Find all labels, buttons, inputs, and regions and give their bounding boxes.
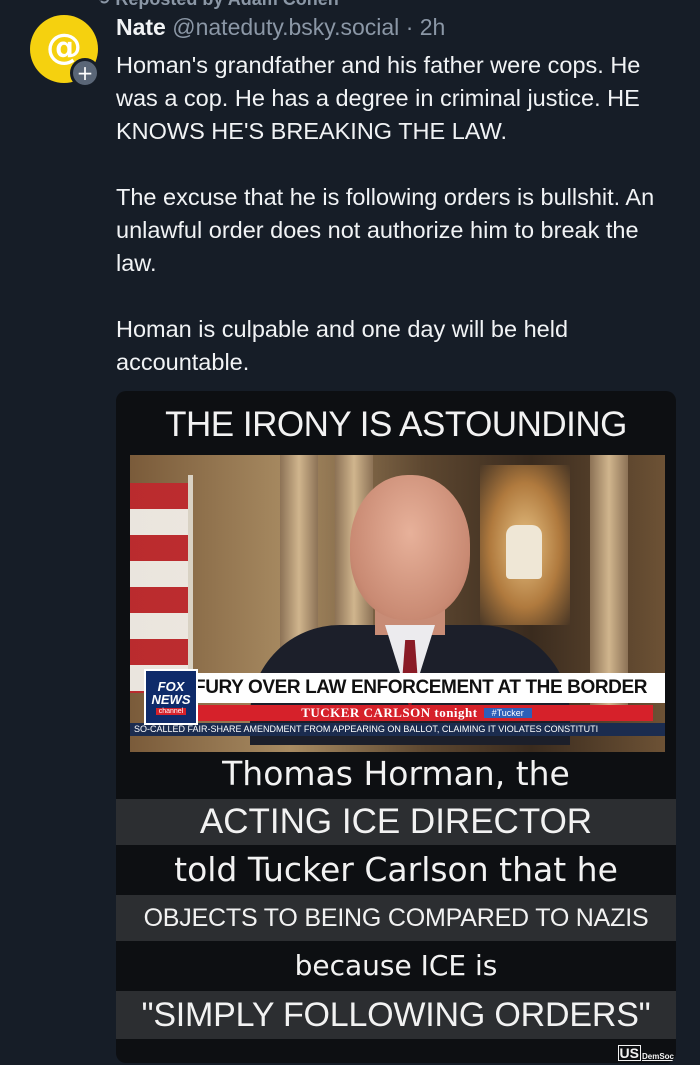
author-handle[interactable]: @nateduty.bsky.social	[172, 14, 399, 40]
post-timestamp[interactable]: 2h	[420, 14, 446, 40]
post-paragraph-3: Homan is culpable and one day will be he…	[116, 316, 569, 375]
news-lower-third: FURY OVER LAW ENFORCEMENT AT THE BORDER …	[130, 669, 665, 752]
news-ticker: SO-CALLED FAIR-SHARE AMENDMENT FROM APPE…	[130, 723, 665, 736]
header-separator: ·	[405, 14, 414, 40]
post-paragraph-2: The excuse that he is following orders i…	[116, 184, 655, 276]
meme-caption-2: ACTING ICE DIRECTOR	[116, 799, 676, 845]
watermark-us: US	[617, 1045, 641, 1061]
meme-caption-1: Thomas Horman, the	[222, 754, 570, 793]
show-banner: TUCKER CARLSON tonight #Tucker	[180, 705, 653, 721]
post-image[interactable]: THE IRONY IS ASTOUNDING FURY OVER LAW EN…	[116, 391, 676, 1063]
post-page: ⟲ Reposted by Adam Cohen @ + Nate @nated…	[0, 0, 700, 1065]
meme-caption-3: told Tucker Carlson that he	[174, 850, 618, 889]
meme-caption-4: OBJECTS TO BEING COMPARED TO NAZIS	[116, 895, 676, 941]
follow-plus-button[interactable]: +	[70, 58, 100, 88]
news-headline: FURY OVER LAW ENFORCEMENT AT THE BORDER	[194, 677, 648, 698]
tv-screenshot: FURY OVER LAW ENFORCEMENT AT THE BORDER …	[130, 455, 665, 752]
watermark-demsoc: DemSoc	[641, 1052, 674, 1061]
logo-line-fox: FOX	[157, 678, 185, 694]
meme-title: THE IRONY IS ASTOUNDING	[165, 405, 627, 444]
american-flag	[130, 483, 192, 693]
repost-indicator[interactable]: ⟲ Reposted by Adam Cohen	[96, 0, 339, 9]
flag-pole	[188, 475, 193, 695]
logo-line-channel: channel	[155, 707, 187, 715]
guest-head	[350, 475, 470, 620]
plus-icon: +	[76, 61, 94, 85]
watermark-logo: US DemSoc	[617, 1045, 674, 1061]
repost-icon: ⟲	[96, 0, 109, 9]
post-text: Homan's grandfather and his father were …	[116, 49, 676, 379]
logo-line-news: NEWS	[151, 691, 191, 707]
fox-news-logo: FOX NEWS channel	[144, 669, 198, 725]
post-paragraph-1: Homan's grandfather and his father were …	[116, 52, 641, 144]
show-name: TUCKER CARLSON tonight	[301, 705, 478, 720]
show-hashtag: #Tucker	[483, 708, 532, 718]
repost-label: Reposted by Adam Cohen	[115, 0, 338, 10]
author-name[interactable]: Nate	[116, 14, 166, 40]
meme-caption-5: because ICE is	[294, 949, 498, 982]
post-header: Nate @nateduty.bsky.social · 2h	[116, 12, 445, 42]
lower-third-banner: FURY OVER LAW ENFORCEMENT AT THE BORDER	[180, 673, 665, 703]
meme-caption-6: "SIMPLY FOLLOWING ORDERS"	[116, 991, 676, 1039]
